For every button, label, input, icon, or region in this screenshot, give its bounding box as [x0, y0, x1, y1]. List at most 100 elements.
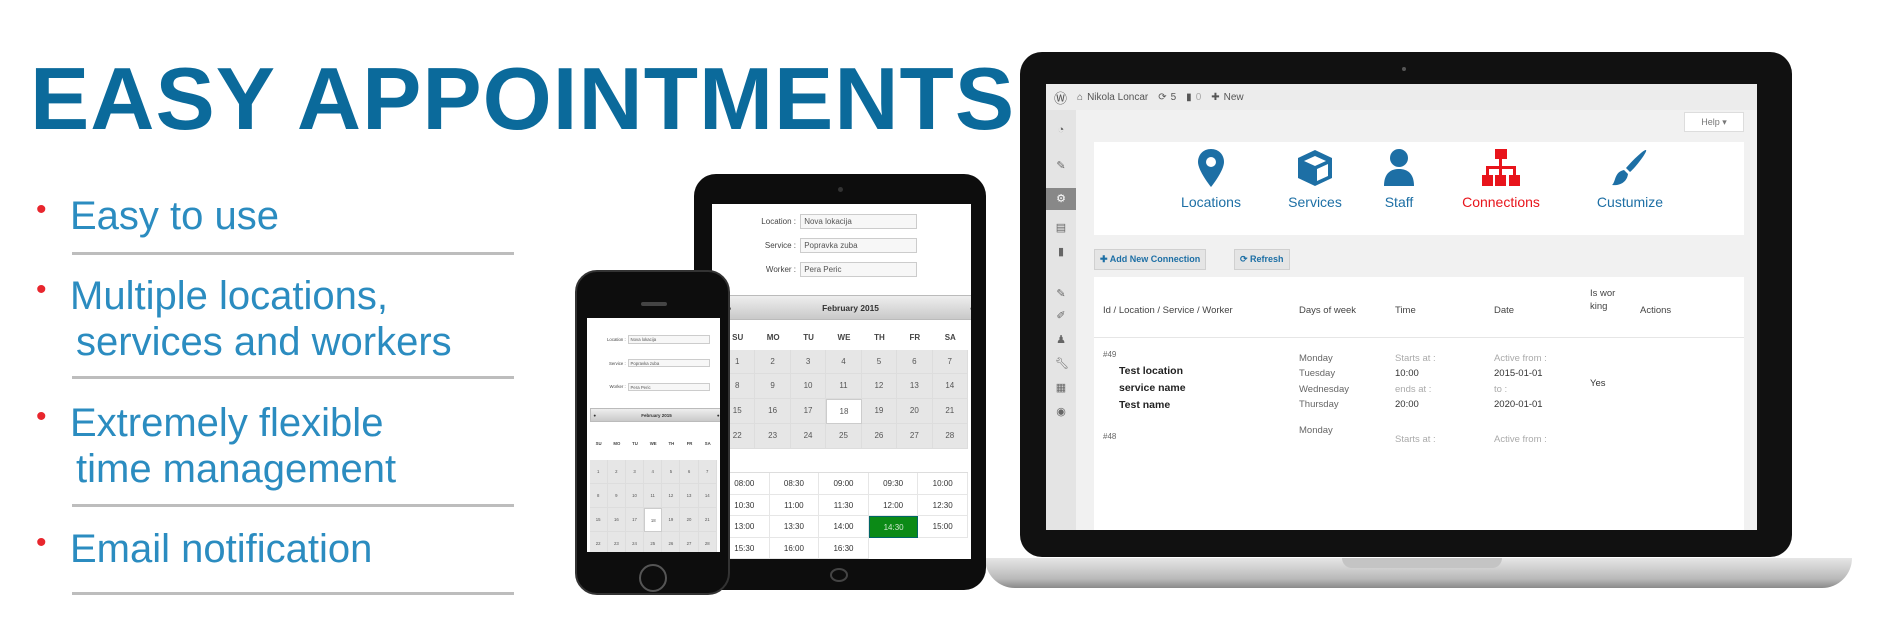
dashboard-icon[interactable]: ◔ [1055, 124, 1067, 136]
plugins-icon[interactable]: ✐ [1055, 310, 1067, 322]
date-cell[interactable]: 20 [897, 399, 933, 424]
date-cell[interactable]: 24 [790, 423, 827, 449]
date-cell[interactable]: 7 [932, 349, 968, 375]
date-cell[interactable]: 7 [698, 459, 717, 484]
date-cell[interactable]: 6 [897, 349, 933, 375]
date-cell[interactable]: 1 [589, 459, 608, 484]
date-cell[interactable]: 14 [932, 374, 968, 400]
date-cell[interactable]: 19 [861, 399, 898, 424]
date-cell[interactable]: 11 [826, 374, 862, 400]
date-cell[interactable]: 16 [755, 399, 791, 424]
date-cell[interactable]: 9 [607, 483, 626, 509]
time-slot[interactable]: 14:30 [868, 516, 919, 538]
field-select[interactable]: Popravka zuba [800, 238, 917, 254]
pages-icon[interactable]: ▤ [1055, 222, 1067, 234]
date-cell[interactable]: 20 [680, 508, 699, 533]
date-cell[interactable]: 15 [589, 508, 608, 533]
updates-icon[interactable]: ⟳ [1158, 92, 1166, 103]
time-slot[interactable]: 08:30 [769, 473, 820, 495]
date-cell[interactable]: 25 [644, 532, 663, 552]
users-icon[interactable]: ♟ [1055, 334, 1067, 346]
time-slot[interactable]: 16:30 [819, 537, 869, 559]
date-cell[interactable]: 12 [662, 483, 681, 509]
appearance-icon[interactable]: ✎ [1055, 288, 1067, 300]
time-slot[interactable]: 12:00 [868, 494, 919, 517]
date-cell[interactable]: 3 [625, 459, 645, 484]
nav-connections[interactable]: Connections [1451, 148, 1551, 210]
wordpress-logo-icon[interactable]: Ⓦ [1054, 88, 1067, 107]
date-cell[interactable]: 3 [790, 349, 827, 375]
appointments-menu-icon[interactable]: ⚙ [1046, 188, 1076, 210]
refresh-button[interactable]: ⟳ Refresh [1234, 249, 1290, 270]
date-cell[interactable]: 5 [662, 459, 681, 484]
date-cell[interactable]: 23 [608, 532, 626, 552]
date-cell[interactable]: 27 [680, 532, 699, 552]
date-cell[interactable]: 13 [897, 374, 933, 400]
field-select[interactable]: Popravka zuba [627, 359, 710, 368]
field-select[interactable]: Nova lokacija [800, 214, 917, 230]
date-cell[interactable]: 24 [626, 532, 645, 552]
date-cell[interactable]: 6 [680, 459, 699, 484]
date-cell[interactable]: 14 [698, 483, 717, 509]
add-new-connection-button[interactable]: ✚ Add New Connection [1094, 249, 1207, 270]
time-slot[interactable]: 13:30 [769, 516, 820, 538]
home-icon[interactable]: ⌂ [1077, 92, 1083, 103]
date-cell[interactable]: 21 [932, 399, 968, 424]
comments-icon[interactable]: ▮ [1055, 246, 1067, 258]
date-cell[interactable]: 28 [699, 532, 717, 552]
date-cell[interactable]: 4 [644, 459, 663, 484]
date-cell[interactable]: 26 [861, 423, 898, 449]
new-link[interactable]: New [1224, 92, 1244, 103]
date-cell[interactable]: 27 [897, 423, 933, 449]
time-slot[interactable]: 12:30 [918, 494, 968, 517]
date-cell[interactable]: 16 [607, 508, 626, 533]
date-cell[interactable]: 13 [680, 483, 699, 509]
date-cell[interactable]: 10 [625, 483, 645, 509]
date-cell[interactable]: 17 [625, 508, 645, 533]
date-cell[interactable]: 19 [662, 508, 681, 533]
date-cell[interactable]: 4 [826, 349, 862, 375]
comments-icon[interactable]: ▮ [1186, 92, 1192, 103]
field-select[interactable]: Pera Peric [627, 382, 710, 391]
date-cell[interactable]: 22 [590, 532, 608, 552]
date-cell[interactable]: 18 [644, 508, 663, 533]
date-cell[interactable]: 28 [932, 423, 968, 449]
time-slot[interactable]: 15:00 [918, 516, 968, 538]
tools-icon[interactable]: 🔧︎ [1055, 358, 1069, 370]
field-select[interactable]: Pera Peric [800, 262, 917, 278]
next-month-arrow-icon[interactable]: ● [970, 296, 971, 321]
updates-count[interactable]: 5 [1171, 92, 1177, 103]
date-cell[interactable]: 10 [790, 374, 827, 400]
nav-customize[interactable]: Custumize [1580, 148, 1680, 210]
date-cell[interactable]: 8 [589, 483, 608, 509]
plus-icon[interactable]: ✚ [1211, 92, 1219, 103]
collapse-icon[interactable]: ◉ [1055, 406, 1067, 418]
date-cell[interactable]: 17 [790, 399, 827, 424]
nav-locations[interactable]: Locations [1161, 148, 1261, 210]
field-select[interactable]: Nova lokacija [627, 335, 710, 344]
help-button[interactable]: Help ▾ [1684, 112, 1744, 132]
date-cell[interactable]: 2 [755, 349, 791, 375]
date-cell[interactable]: 21 [698, 508, 717, 533]
nav-staff[interactable]: Staff [1349, 148, 1449, 210]
date-cell[interactable]: 26 [662, 532, 681, 552]
date-cell[interactable]: 12 [861, 374, 898, 400]
time-slot[interactable]: 14:00 [819, 516, 869, 538]
date-cell[interactable]: 9 [755, 374, 791, 400]
date-cell[interactable]: 2 [607, 459, 626, 484]
date-cell[interactable]: 25 [826, 423, 862, 449]
admin-user[interactable]: Nikola Loncar [1087, 92, 1148, 103]
time-slot[interactable]: 11:30 [819, 494, 869, 517]
time-slot[interactable]: 16:00 [769, 537, 820, 559]
prev-month-arrow-icon[interactable]: ● [593, 409, 596, 423]
settings-icon[interactable]: ▦ [1055, 382, 1067, 394]
date-cell[interactable]: 11 [644, 483, 663, 509]
time-slot[interactable]: 11:00 [769, 494, 820, 517]
next-month-arrow-icon[interactable]: ● [717, 409, 720, 423]
comments-count[interactable]: 0 [1196, 92, 1202, 103]
date-cell[interactable]: 23 [755, 423, 791, 449]
date-cell[interactable]: 5 [861, 349, 898, 375]
time-slot[interactable]: 09:00 [819, 473, 869, 495]
date-cell[interactable]: 18 [826, 399, 862, 424]
pin-icon[interactable]: ✎ [1055, 160, 1067, 172]
